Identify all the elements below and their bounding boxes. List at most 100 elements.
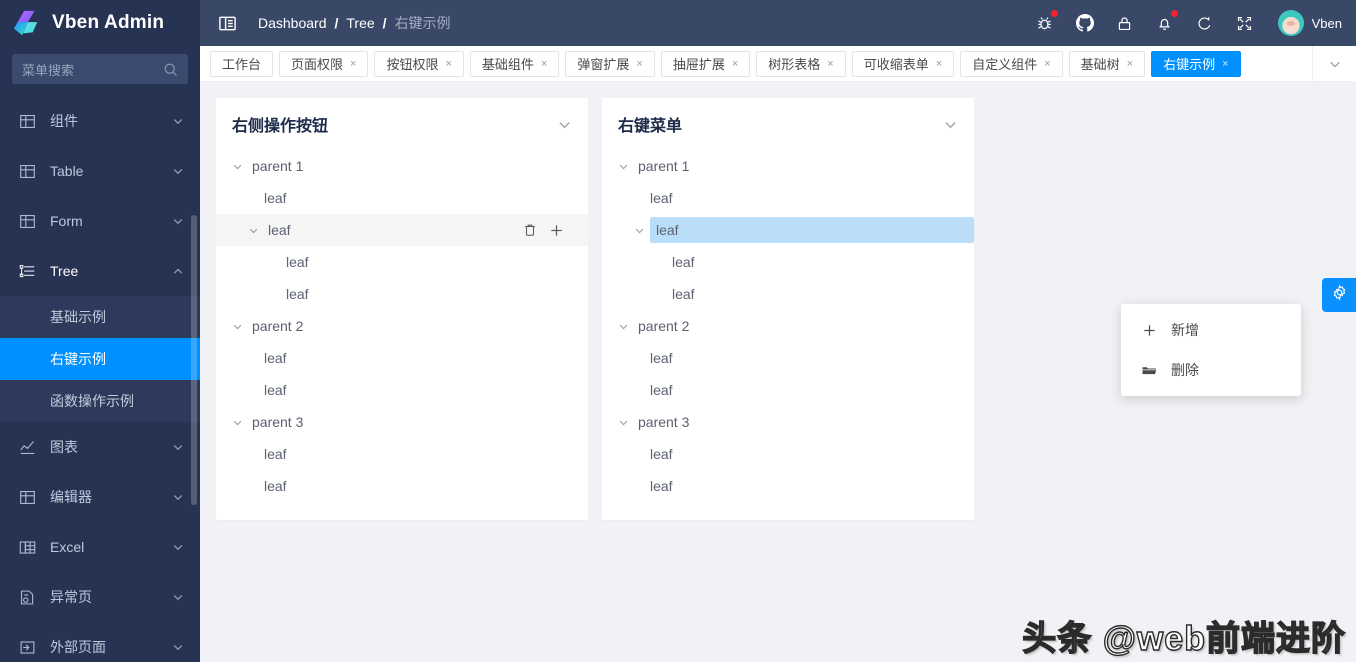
close-icon[interactable]: × — [1044, 58, 1050, 70]
lock-icon[interactable] — [1114, 12, 1136, 34]
close-icon[interactable]: × — [445, 58, 451, 70]
chevron-down-icon[interactable] — [226, 321, 248, 332]
settings-drawer-button[interactable] — [1322, 278, 1356, 312]
chevron-down-icon — [172, 591, 184, 603]
sidebar-subitem-rightclick[interactable]: 右键示例 — [0, 338, 200, 380]
external-icon — [18, 638, 36, 656]
sidebar-item-external[interactable]: 外部页面 — [0, 622, 200, 662]
tree-node-label: leaf — [672, 254, 695, 270]
close-icon[interactable]: × — [1127, 58, 1133, 70]
tab-collapsible-form[interactable]: 可收缩表单 × — [851, 50, 955, 77]
sidebar-subitem-label: 函数操作示例 — [50, 393, 134, 409]
close-icon[interactable]: × — [541, 58, 547, 70]
sidebar-item-exception[interactable]: 异常页 — [0, 572, 200, 622]
tab-drawer-extend[interactable]: 抽屉扩展 × — [660, 50, 751, 77]
tab-rightclick-example[interactable]: 右键示例 × — [1151, 50, 1241, 77]
user-menu[interactable]: Vben — [1277, 10, 1342, 36]
delete-icon[interactable] — [523, 223, 537, 237]
breadcrumb-separator: / — [382, 15, 387, 31]
context-menu-item-delete[interactable]: 删除 — [1121, 350, 1301, 390]
sidebar-item-editor[interactable]: 编辑器 — [0, 472, 200, 522]
context-menu-item-add[interactable]: 新增 — [1121, 310, 1301, 350]
close-icon[interactable]: × — [350, 58, 356, 70]
close-icon[interactable]: × — [732, 58, 738, 70]
tree-node[interactable]: parent 1 — [602, 150, 974, 182]
sidebar-scrollbar[interactable] — [191, 215, 197, 505]
sidebar-subitem-basic[interactable]: 基础示例 — [0, 296, 200, 338]
tree-node-label: leaf — [264, 446, 287, 462]
sidebar-item-components[interactable]: 组件 — [0, 96, 200, 146]
tab-basic-components[interactable]: 基础组件 × — [469, 50, 560, 77]
add-icon[interactable] — [549, 223, 564, 238]
sidebar-item-table[interactable]: Table — [0, 146, 200, 196]
excel-icon — [18, 538, 36, 556]
breadcrumb-item-dashboard[interactable]: Dashboard — [258, 15, 327, 31]
chevron-down-icon[interactable] — [612, 161, 634, 172]
breadcrumb-item-tree[interactable]: Tree — [346, 15, 374, 31]
close-icon[interactable]: × — [636, 58, 642, 70]
tree-node[interactable]: leaf — [602, 374, 974, 406]
tree-node[interactable]: leaf — [602, 342, 974, 374]
tree-node[interactable]: leaf — [216, 182, 588, 214]
chevron-down-icon[interactable] — [943, 117, 958, 132]
search-icon[interactable] — [163, 62, 178, 77]
tree-node[interactable]: parent 3 — [602, 406, 974, 438]
close-icon[interactable]: × — [936, 58, 942, 70]
sidebar-item-excel[interactable]: Excel — [0, 522, 200, 572]
close-icon[interactable]: × — [1222, 58, 1228, 70]
tab-button-permission[interactable]: 按钮权限 × — [374, 50, 464, 77]
tab-modal-extend[interactable]: 弹窗扩展 × — [565, 50, 655, 77]
chevron-down-icon[interactable] — [242, 225, 264, 236]
tree-node[interactable]: parent 3 — [216, 406, 588, 438]
bell-icon[interactable] — [1154, 10, 1178, 34]
tree-node[interactable]: leaf — [602, 470, 974, 502]
chevron-down-icon[interactable] — [628, 225, 650, 236]
tree-node[interactable]: parent 1 — [216, 150, 588, 182]
tree-node[interactable]: leaf — [602, 278, 974, 310]
refresh-icon[interactable] — [1194, 12, 1216, 34]
tab-basic-tree[interactable]: 基础树 × — [1068, 50, 1146, 77]
tree-node[interactable]: leaf — [216, 438, 588, 470]
sidebar-item-form[interactable]: Form — [0, 196, 200, 246]
tab-more-dropdown[interactable] — [1312, 45, 1356, 82]
tree-node[interactable]: leaf — [216, 342, 588, 374]
tree-node[interactable]: leaf — [216, 246, 588, 278]
tree-node[interactable]: leaf — [602, 182, 974, 214]
folder-icon — [1141, 362, 1157, 378]
tab-custom-component[interactable]: 自定义组件 × — [960, 50, 1063, 77]
tree-node-label: leaf — [264, 350, 287, 366]
tree-node[interactable]: leaf — [216, 214, 588, 246]
chevron-down-icon[interactable] — [612, 321, 634, 332]
tab-tree-table[interactable]: 树形表格 × — [756, 50, 846, 77]
tree-node[interactable]: parent 2 — [216, 310, 588, 342]
tab-workbench[interactable]: 工作台 — [210, 50, 274, 77]
tree-node[interactable]: leaf — [216, 374, 588, 406]
github-icon[interactable] — [1074, 12, 1096, 34]
chevron-down-icon[interactable] — [226, 161, 248, 172]
tree-node[interactable]: parent 2 — [602, 310, 974, 342]
chevron-down-icon[interactable] — [226, 417, 248, 428]
tab-page-permission[interactable]: 页面权限 × — [279, 50, 369, 77]
card-header: 右键菜单 — [602, 98, 974, 150]
chevron-down-icon[interactable] — [612, 417, 634, 428]
sidebar-item-charts[interactable]: 图表 — [0, 422, 200, 472]
tree-node-selected[interactable]: leaf — [602, 214, 974, 246]
tree-node[interactable]: leaf — [602, 246, 974, 278]
chevron-down-icon — [172, 491, 184, 503]
tab-label: 抽屉扩展 — [672, 57, 725, 72]
bug-icon[interactable] — [1034, 10, 1058, 34]
tree-node[interactable]: leaf — [216, 470, 588, 502]
chevron-down-icon[interactable] — [557, 117, 572, 132]
content-area: 右侧操作按钮 parent 1 leaf leaf leaf leaf pare… — [200, 82, 1356, 662]
tree-node[interactable]: leaf — [602, 438, 974, 470]
sidebar-item-tree[interactable]: Tree — [0, 246, 200, 296]
menu-search[interactable]: 菜单搜索 — [0, 46, 200, 94]
logo[interactable]: Vben Admin — [0, 0, 200, 46]
tree-node-label: leaf — [672, 286, 695, 302]
tree-node[interactable]: leaf — [216, 278, 588, 310]
sidebar-subitem-label: 右键示例 — [50, 351, 106, 367]
fullscreen-icon[interactable] — [1234, 12, 1256, 34]
close-icon[interactable]: × — [827, 58, 833, 70]
menu-fold-icon[interactable] — [214, 10, 240, 36]
sidebar-subitem-action[interactable]: 函数操作示例 — [0, 380, 200, 422]
